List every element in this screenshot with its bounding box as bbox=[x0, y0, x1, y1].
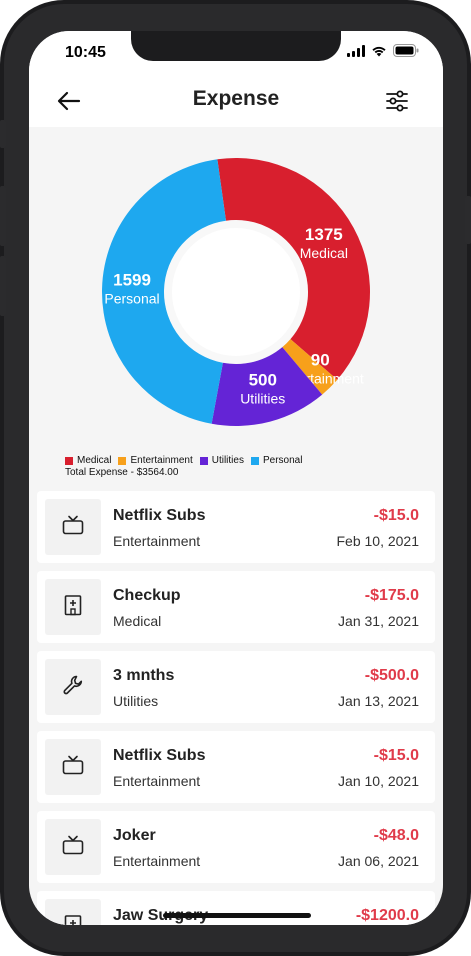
wrench-icon bbox=[62, 674, 84, 701]
legend-item: Personal bbox=[250, 455, 303, 466]
transaction-amount: -$15.0 bbox=[373, 507, 419, 524]
volume-down-button bbox=[0, 256, 6, 316]
volume-up-button bbox=[0, 186, 6, 246]
legend-swatch bbox=[118, 456, 127, 465]
slice-value-label: 1599 bbox=[113, 271, 151, 290]
tv-icon bbox=[62, 835, 84, 860]
category-icon-box bbox=[45, 899, 101, 925]
legend-item: Entertainment bbox=[118, 455, 193, 466]
transaction-name: Netflix Subs bbox=[113, 747, 206, 764]
legend-label: Medical bbox=[77, 455, 112, 466]
transaction-date: Jan 06, 2021 bbox=[338, 853, 419, 869]
transaction-amount: -$500.0 bbox=[364, 667, 419, 684]
mute-switch bbox=[0, 120, 6, 148]
hospital-icon bbox=[63, 914, 83, 925]
transaction-category: Entertainment bbox=[113, 533, 201, 549]
expense-chart: 1375 Medical 90 Entertainment 500 Utilities 15… bbox=[29, 127, 443, 487]
slice-category-label: Utilities bbox=[240, 391, 285, 407]
transaction-card[interactable]: Netflix Subs Entertainment -$15.0 Feb 10, 2… bbox=[37, 491, 435, 563]
legend-swatch bbox=[199, 456, 208, 465]
transaction-date: Jan 10, 2021 bbox=[338, 773, 419, 789]
transaction-name: Checkup bbox=[113, 587, 181, 604]
transaction-card[interactable]: Jaw SurgeryMedical-$1200.0 bbox=[37, 891, 435, 925]
tv-icon bbox=[62, 515, 84, 540]
chart-legend: Medical Entertainment Utilities Personal To… bbox=[65, 455, 302, 478]
transaction-amount: -$1200.0 bbox=[355, 907, 419, 924]
donut-chart: 1375Medical90Entertainment500Utilities15… bbox=[101, 158, 371, 426]
total-expense: Total Expense - $3564.00 bbox=[65, 467, 179, 478]
tv-icon bbox=[62, 755, 84, 780]
transaction-category: Entertainment bbox=[113, 853, 201, 869]
power-button bbox=[465, 196, 471, 244]
category-icon-box bbox=[45, 819, 101, 875]
transaction-date: Feb 10, 2021 bbox=[336, 533, 419, 549]
category-icon-box bbox=[45, 499, 101, 555]
transaction-name: 3 mnths bbox=[113, 667, 175, 684]
slice-value-label: 90 bbox=[311, 350, 330, 369]
transaction-name: Netflix Subs bbox=[113, 507, 206, 524]
legend-item: Utilities bbox=[199, 455, 244, 466]
filter-button[interactable] bbox=[383, 87, 411, 115]
sliders-icon bbox=[386, 90, 408, 112]
battery-icon bbox=[393, 44, 419, 57]
legend-label: Personal bbox=[262, 455, 303, 466]
wifi-icon bbox=[372, 46, 386, 56]
hospital-icon bbox=[63, 594, 83, 621]
device-notch bbox=[131, 31, 341, 61]
device-frame: 10:45 Expense 1375 Medical 90 Entertainm… bbox=[0, 0, 471, 956]
legend-swatch bbox=[250, 456, 259, 465]
page-title: Expense bbox=[192, 87, 280, 110]
transaction-category: Entertainment bbox=[113, 773, 201, 789]
transaction-card[interactable]: Joker Entertainment -$48.0 Jan 06, 2021 bbox=[37, 811, 435, 883]
app-screen: 10:45 Expense 1375 Medical 90 Entertainm… bbox=[29, 31, 443, 925]
slice-category-label: Medical bbox=[300, 245, 348, 261]
transaction-card[interactable]: Checkup Medical -$175.0 Jan 31, 2021 bbox=[37, 571, 435, 643]
legend-label: Utilities bbox=[211, 455, 244, 466]
transaction-date: Jan 31, 2021 bbox=[338, 613, 419, 629]
transaction-amount: -$15.0 bbox=[373, 747, 419, 764]
donut-hole bbox=[172, 228, 300, 356]
status-time: 10:45 bbox=[65, 44, 106, 61]
app-header: Expense bbox=[29, 75, 443, 127]
category-icon-box bbox=[45, 659, 101, 715]
slice-category-label: Personal bbox=[104, 291, 159, 307]
transaction-name: Joker bbox=[113, 827, 156, 844]
slice-value-label: 1375 bbox=[305, 225, 343, 244]
category-icon-box bbox=[45, 579, 101, 635]
status-icons bbox=[347, 44, 419, 57]
transaction-amount: -$175.0 bbox=[364, 587, 419, 604]
transaction-amount: -$48.0 bbox=[373, 827, 419, 844]
slice-value-label: 500 bbox=[249, 371, 277, 390]
legend-item: Medical bbox=[65, 455, 111, 466]
home-indicator bbox=[163, 913, 311, 918]
legend-row: Medical Entertainment Utilities Personal bbox=[65, 455, 302, 466]
transaction-category: Utilities bbox=[113, 693, 159, 709]
legend-label: Entertainment bbox=[130, 455, 193, 466]
transaction-category: Medical bbox=[113, 613, 162, 629]
signal-icon bbox=[347, 44, 365, 57]
transaction-list: Netflix Subs Entertainment -$15.0 Feb 10, 2… bbox=[37, 491, 435, 925]
category-icon-box bbox=[45, 739, 101, 795]
transaction-card[interactable]: 3 mnths Utilities -$500.0 Jan 13, 2021 bbox=[37, 651, 435, 723]
transaction-card[interactable]: Netflix Subs Entertainment -$15.0 Jan 10, 2… bbox=[37, 731, 435, 803]
transaction-date: Jan 13, 2021 bbox=[338, 693, 419, 709]
legend-swatch bbox=[65, 456, 73, 465]
